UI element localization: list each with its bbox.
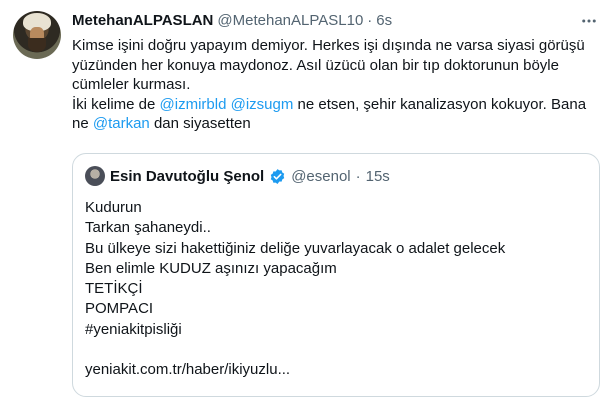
quoted-author-handle[interactable]: @esenol xyxy=(291,168,350,185)
tweet-text-line: yüzünden her konuya maydonoz. Asıl üzücü… xyxy=(72,56,559,74)
quoted-text-line: Ben elimle KUDUZ aşınızı yapacağım xyxy=(85,259,337,277)
quoted-tweet-timestamp[interactable]: 15s xyxy=(366,168,390,185)
avatar-beard xyxy=(28,38,46,52)
mention-link-izmirbld[interactable]: @izmirbld xyxy=(160,96,227,113)
tweet-text: Kimse işini doğru yapayım demiyor. Herke… xyxy=(72,36,598,134)
quoted-text-line: TETİKÇİ xyxy=(85,280,143,298)
tweet-text-line: Kimse işini doğru yapayım demiyor. Herke… xyxy=(72,37,585,54)
tweet-text-segment: dan siyasetten xyxy=(149,115,251,132)
tweet-text-line: ne @tarkan dan siyasetten xyxy=(72,114,598,134)
quoted-tweet-card[interactable]: Esin Davutoğlu Şenol @esenol · 15s Kudur… xyxy=(72,153,600,397)
quoted-hashtag: #yeniakitpisliği xyxy=(85,320,182,338)
quoted-link-text: yeniakit.com.tr/haber/ikiyuzlu... xyxy=(85,361,291,379)
author-display-name[interactable]: MetehanALPASLAN xyxy=(72,12,213,29)
header-separator: · xyxy=(367,12,373,29)
mention-link-tarkan[interactable]: @tarkan xyxy=(93,115,150,132)
quoted-author-display-name[interactable]: Esin Davutoğlu Şenol xyxy=(110,168,264,185)
tweet-timestamp[interactable]: 6s xyxy=(376,12,392,29)
quoted-tweet-text: Kudurun Tarkan şahaneydi.. Bu ülkeye siz… xyxy=(85,198,585,381)
tweet-text-segment: ne xyxy=(72,115,93,132)
quoted-text-line: Tarkan şahaneydi.. xyxy=(85,219,211,237)
more-horizontal-icon-svg xyxy=(582,19,596,23)
more-horizontal-icon[interactable] xyxy=(580,12,598,35)
quoted-header-separator: · xyxy=(355,167,361,185)
tweet-text-line: cümleler kurması. xyxy=(72,76,191,93)
quoted-blank-line xyxy=(85,340,585,360)
quoted-tweet-header: Esin Davutoğlu Şenol @esenol · 15s xyxy=(85,166,390,186)
tweet-header: MetehanALPASLAN @MetehanALPASL10 · 6s xyxy=(72,12,574,29)
tweet-text-segment: İki kelime de xyxy=(72,95,160,113)
quoted-text-line: Kudurun xyxy=(85,199,142,216)
author-avatar[interactable] xyxy=(13,11,61,59)
verified-badge-icon xyxy=(270,168,285,184)
mention-link-izsugm[interactable]: @izsugm xyxy=(231,96,294,113)
author-handle[interactable]: @MetehanALPASL10 xyxy=(217,12,363,29)
quoted-author-avatar[interactable] xyxy=(85,166,105,186)
quoted-text-line: Bu ülkeye sizi hakettiğiniz deliğe yuvar… xyxy=(85,239,506,257)
quoted-text-line: POMPACI xyxy=(85,300,154,318)
tweet-text-line: İki kelime de @izmirbld @izsugm ne etsen… xyxy=(72,95,598,115)
tweet-text-segment: ne etsen, şehir kanalizasyon kokuyor. Ba… xyxy=(293,95,587,113)
